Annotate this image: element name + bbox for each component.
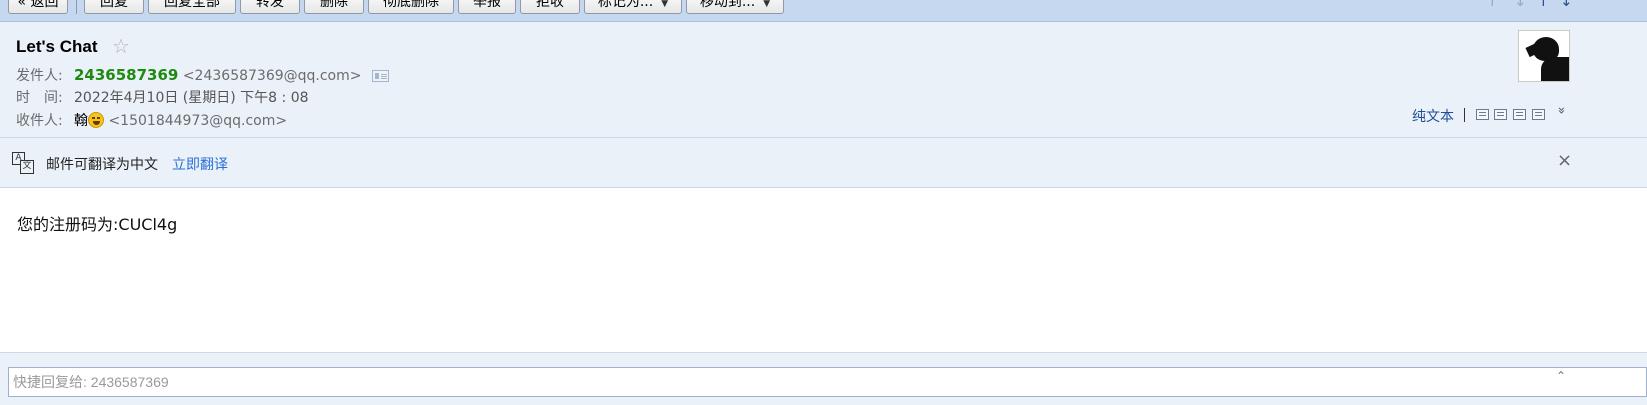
- tools-divider: [1464, 108, 1465, 122]
- forward-button[interactable]: 转发: [240, 0, 300, 14]
- move-to-label: 移动到...: [699, 0, 756, 10]
- translate-icon-b: 文: [20, 160, 34, 174]
- time-value: 2022年4月10日 (星期日) 下午8 : 08: [74, 90, 309, 106]
- contact-card-icon[interactable]: [371, 70, 389, 82]
- mark-as-label: 标记为...: [597, 0, 654, 10]
- toolbar-divider: [76, 0, 77, 14]
- mark-as-dropdown[interactable]: 标记为... ▼: [584, 0, 682, 14]
- prev-email-icon[interactable]: ↑: [1537, 0, 1550, 10]
- new-window-icon[interactable]: [1476, 109, 1489, 120]
- recipient-row: 收件人: 翰 <1501844973@qq.com>: [16, 111, 287, 131]
- quick-reply-input[interactable]: [8, 367, 1647, 397]
- recipient-label: 收件人:: [16, 113, 63, 129]
- reject-button[interactable]: 拒收: [520, 0, 580, 14]
- next-email-icon[interactable]: ↓: [1560, 0, 1573, 10]
- translate-icon: A 文: [12, 152, 34, 174]
- translate-bar: A 文 邮件可翻译为中文 立即翻译 ×: [0, 138, 1647, 188]
- chevron-down-icon: ▼: [763, 0, 771, 9]
- delete-button[interactable]: 删除: [304, 0, 364, 14]
- report-button[interactable]: 举报: [458, 0, 516, 14]
- recipient-email: <1501844973@qq.com>: [108, 113, 288, 129]
- back-button[interactable]: « 返回: [8, 0, 68, 14]
- laughing-emoji-icon: [88, 112, 104, 128]
- reply-button[interactable]: 回复: [84, 0, 144, 14]
- move-to-dropdown[interactable]: 移动到... ▼: [686, 0, 784, 14]
- time-label: 时 间:: [16, 90, 63, 106]
- quick-reply-area: ⌃: [0, 352, 1647, 405]
- print-icon[interactable]: [1532, 109, 1545, 120]
- sender-row: 发件人: 2436587369 <2436587369@qq.com>: [16, 65, 389, 85]
- recipient-name[interactable]: 翰: [74, 113, 88, 129]
- collapse-icon[interactable]: »: [1553, 107, 1568, 115]
- download-icon[interactable]: [1513, 109, 1526, 120]
- delete-permanently-button[interactable]: 彻底删除: [368, 0, 454, 14]
- note-icon[interactable]: [1494, 109, 1507, 120]
- sender-label: 发件人:: [16, 68, 63, 84]
- plaintext-link[interactable]: 纯文本: [1412, 106, 1454, 126]
- email-reader-page: « 返回 回复 回复全部 转发 删除 彻底删除 举报 拒收 标记为... ▼ 移动…: [0, 0, 1647, 405]
- sender-name[interactable]: 2436587369: [74, 66, 178, 84]
- reply-all-button[interactable]: 回复全部: [148, 0, 236, 14]
- time-row: 时 间: 2022年4月10日 (星期日) 下午8 : 08: [16, 88, 309, 108]
- email-subject: Let's Chat: [16, 37, 98, 56]
- sender-avatar[interactable]: [1518, 30, 1570, 82]
- mail-toolbar: « 返回 回复 回复全部 转发 删除 彻底删除 举报 拒收 标记为... ▼ 移动…: [0, 0, 1647, 22]
- translate-message: 邮件可翻译为中文: [46, 157, 158, 173]
- down-arrow-icon[interactable]: ↓: [1514, 0, 1527, 10]
- email-body-text: 您的注册码为:CUCl4g: [17, 215, 178, 234]
- close-icon[interactable]: ×: [1557, 150, 1572, 171]
- expand-icon[interactable]: ⌃: [1556, 369, 1566, 383]
- star-icon[interactable]: ☆: [112, 34, 130, 58]
- up-arrow-icon[interactable]: ↑: [1486, 0, 1499, 10]
- email-header: Let's Chat ☆ 发件人: 2436587369 <2436587369@…: [0, 22, 1647, 138]
- avatar-shape: [1541, 57, 1569, 81]
- email-body: 您的注册码为:CUCl4g: [0, 189, 1647, 352]
- translate-now-link[interactable]: 立即翻译: [172, 154, 228, 174]
- sender-email: <2436587369@qq.com>: [182, 68, 362, 84]
- chevron-down-icon: ▼: [661, 0, 669, 9]
